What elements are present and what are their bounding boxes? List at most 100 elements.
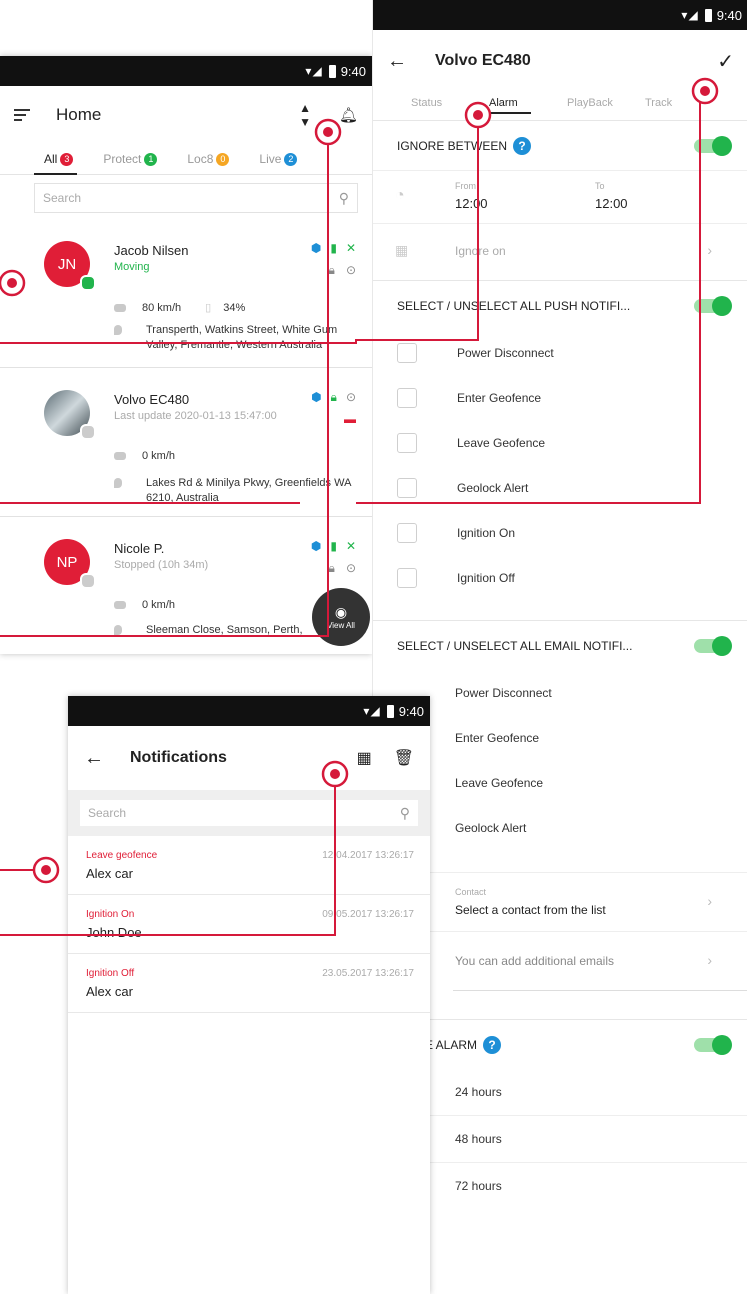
item-label: Leave Geofence <box>457 435 546 450</box>
tab-live[interactable]: Live 2 <box>259 144 298 174</box>
target-icon[interactable]: ⊙ <box>346 390 356 405</box>
speed-value: 0 km/h <box>142 599 176 611</box>
home-topbar: Home ▲ ▼ 🔔︎ <box>0 86 372 144</box>
pin-icon <box>114 625 122 635</box>
tab-playback[interactable]: PlayBack <box>567 97 645 114</box>
target-icon[interactable]: ⊙ <box>346 263 356 278</box>
trash-icon[interactable]: 🗑︎ <box>394 748 414 768</box>
search-icon[interactable]: ⚲ <box>339 190 349 207</box>
alarm-tabs: Status Alarm PlayBack Track <box>373 92 747 114</box>
help-icon[interactable]: ? <box>483 1035 502 1054</box>
item-label: Geolock Alert <box>455 820 527 835</box>
calendar-icon[interactable]: ▦ <box>357 748 372 768</box>
ignore-on-row[interactable]: ▦ Ignore on › <box>373 223 747 280</box>
chevron-right-icon: › <box>707 952 712 968</box>
target-icon[interactable]: ⊙ <box>346 561 356 576</box>
alarm-topbar: ← Volvo EC480 ✓ <box>373 30 747 92</box>
push-item[interactable]: Ignition On <box>373 510 747 555</box>
home-screen: ▾◢ 9:40 Home ▲ ▼ 🔔︎ All 3 Protect 1 Loc8 … <box>0 56 372 654</box>
checkbox[interactable] <box>397 387 417 408</box>
item-label: Ignition Off <box>457 570 515 585</box>
push-item[interactable]: Ignition Off <box>373 555 747 600</box>
tab-alarm[interactable]: Alarm <box>487 97 567 114</box>
notification-vehicle: Alex car <box>86 866 133 881</box>
filter-tabs: All 3 Protect 1 Loc8 0 Live 2 <box>0 144 372 175</box>
clock-icon: ◔ <box>395 187 405 204</box>
checkbox[interactable] <box>397 522 417 543</box>
shield-icon: ⬢ <box>310 539 322 553</box>
checkbox[interactable] <box>397 342 417 363</box>
from-value[interactable]: 12:00 <box>455 196 488 211</box>
back-arrow-icon[interactable]: ← <box>84 747 104 770</box>
email-all-toggle[interactable] <box>694 635 732 656</box>
notification-item[interactable]: Ignition Off Alex car 23.05.2017 13:26:1… <box>68 954 430 1013</box>
tab-label: Live <box>259 152 282 166</box>
sort-icon[interactable]: ▲ ▼ <box>299 101 311 129</box>
contact-value: Select a contact from the list <box>455 903 606 917</box>
search-icon[interactable]: ⚲ <box>400 805 410 822</box>
tab-status[interactable]: Status <box>411 97 489 114</box>
contact-label: Contact <box>455 887 487 897</box>
shield-icon: ⬢ <box>311 390 322 404</box>
push-item[interactable]: Power Disconnect <box>373 330 747 375</box>
item-label: Power Disconnect <box>457 345 554 360</box>
search-input[interactable]: Search ⚲ <box>80 800 418 826</box>
signal-bars-icon: ▮ <box>330 539 337 553</box>
help-icon[interactable]: ? <box>513 136 532 155</box>
lock-icon[interactable]: 🔒︎ <box>329 263 335 278</box>
notification-item[interactable]: Leave geofence Alex car 12.04.2017 13:26… <box>68 836 430 895</box>
check-icon[interactable]: ✓ <box>717 49 734 74</box>
ignore-on-label: Ignore on <box>455 244 506 258</box>
vehicle-card-jacob[interactable]: JN Jacob Nilsen Moving ⬢ ▮ ✕ 🔒︎ ⊙ 80 km/… <box>0 219 372 368</box>
bell-icon[interactable]: 🔔︎ <box>339 106 358 124</box>
notification-date: 12.04.2017 13:26:17 <box>322 850 414 861</box>
vehicle-icons: ⬢ ▮ ✕ <box>311 539 356 553</box>
item-label: Power Disconnect <box>455 685 552 700</box>
notification-item[interactable]: Ignition On John Doe 09.05.2017 13:26:17 <box>68 895 430 954</box>
notification-date: 09.05.2017 13:26:17 <box>322 909 414 920</box>
vehicle-name: Jacob Nilsen <box>114 243 189 258</box>
shield-icon: ⬢ <box>310 241 322 255</box>
search-input[interactable]: Search ⚲ <box>34 183 358 213</box>
checkbox[interactable] <box>397 567 417 588</box>
status-time: 9:40 <box>398 703 424 719</box>
additional-emails-row[interactable]: You can add additional emails › <box>453 932 747 991</box>
speed-value: 0 km/h <box>142 450 176 462</box>
push-item[interactable]: Enter Geofence <box>373 375 747 420</box>
tab-all[interactable]: All 3 <box>33 144 78 175</box>
push-item[interactable]: Leave Geofence <box>373 420 747 465</box>
vehicle-card-volvo[interactable]: Volvo EC480 Last update 2020-01-13 15:47… <box>0 368 372 517</box>
vehicle-address: Transperth, Watkins Street, White Gum Va… <box>146 324 338 351</box>
hours-label: 48 hours <box>455 1132 502 1146</box>
section-title: SELECT / UNSELECT ALL EMAIL NOTIFI... <box>397 638 633 653</box>
status-bar: ▾◢ 9:40 <box>0 56 372 86</box>
lock-icon[interactable]: 🔒︎ <box>329 561 335 576</box>
notification-vehicle: Alex car <box>86 984 133 999</box>
ignore-between-toggle[interactable] <box>694 135 732 156</box>
tab-track[interactable]: Track <box>645 97 723 114</box>
menu-icon[interactable] <box>14 109 30 121</box>
checkbox[interactable] <box>397 432 417 453</box>
satellite-icon: ✕ <box>345 241 356 255</box>
chevron-right-icon: › <box>707 893 712 909</box>
time-range-row: ◔ From 12:00 To 12:00 <box>373 170 747 223</box>
calendar-icon: ▦ <box>395 242 409 258</box>
back-arrow-icon[interactable]: ← <box>387 50 407 73</box>
from-label: From <box>455 181 476 191</box>
to-value[interactable]: 12:00 <box>595 196 628 211</box>
battery-icon <box>386 704 394 718</box>
fuel-icon: ▯ <box>205 302 212 314</box>
tab-loc8[interactable]: Loc8 0 <box>187 144 230 174</box>
checkbox[interactable] <box>397 477 417 498</box>
push-all-toggle[interactable] <box>694 295 732 316</box>
push-item[interactable]: Geolock Alert <box>373 465 747 510</box>
hours-label: 72 hours <box>455 1179 502 1193</box>
tab-protect[interactable]: Protect 1 <box>103 144 158 174</box>
section-title: IGNORE BETWEEN <box>397 138 508 153</box>
push-all-section: SELECT / UNSELECT ALL PUSH NOTIFI... <box>373 280 747 330</box>
vehicle-name: Volvo EC480 <box>114 392 190 407</box>
count-badge: 1 <box>144 152 158 166</box>
engine-alarm-toggle[interactable] <box>694 1034 732 1055</box>
view-all-button[interactable]: ◉ View All <box>312 588 370 646</box>
car-icon <box>114 601 126 609</box>
